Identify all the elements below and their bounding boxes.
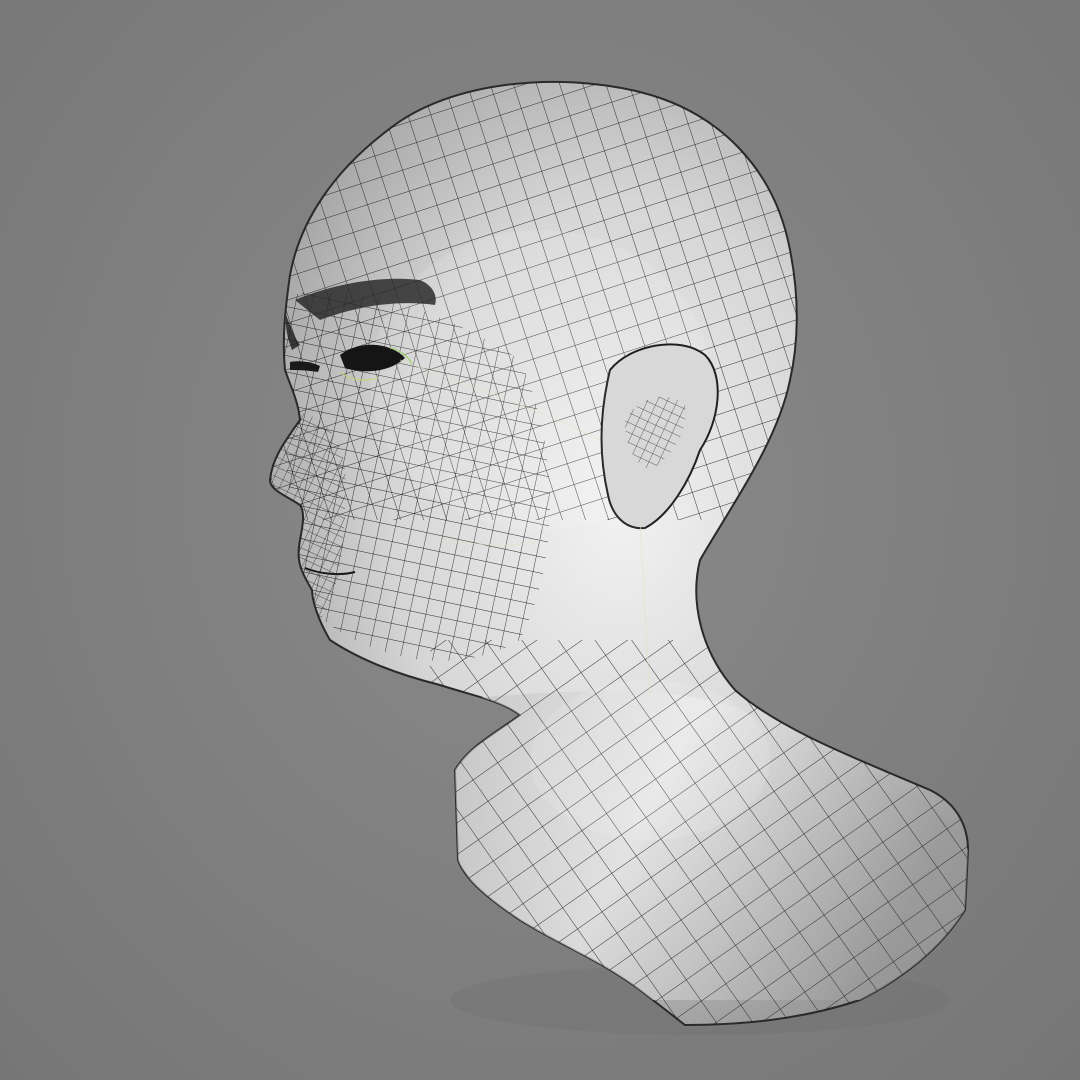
- 3d-viewport[interactable]: [0, 0, 1080, 1080]
- head-mesh-render: [269, 80, 969, 1035]
